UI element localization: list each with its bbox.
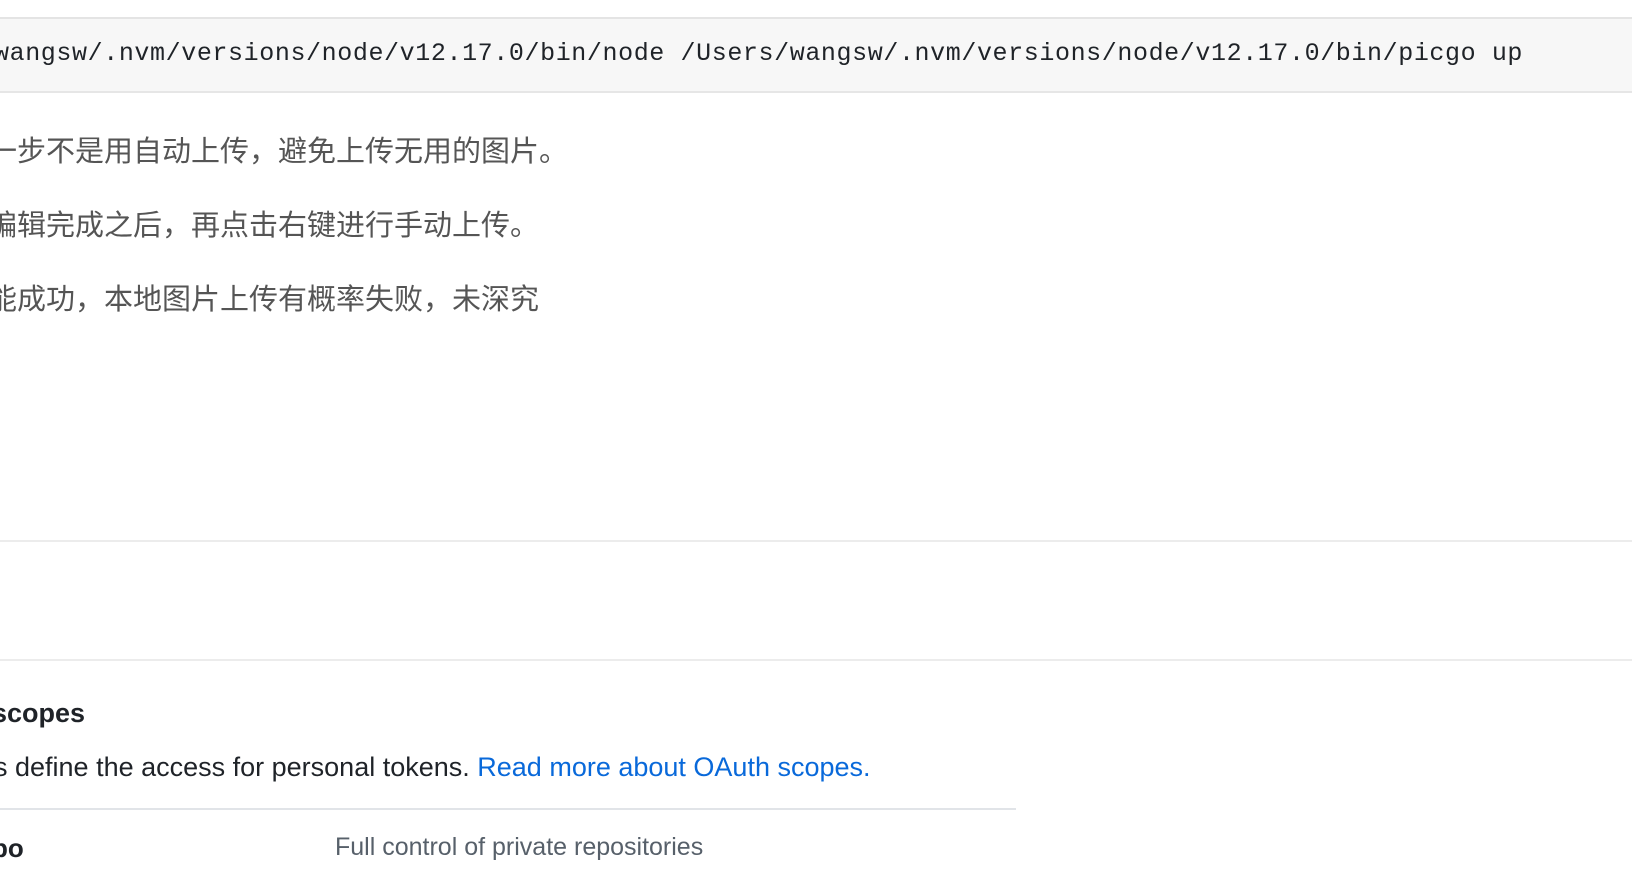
scopes-table-divider [0,808,1016,810]
section-divider [0,540,1632,542]
note-line-3: 能成功，本地图片上传有概率失败，未深究 [0,282,540,316]
note-line-1: 一步不是用自动上传，避免上传无用的图片。 [0,134,569,168]
oauth-scopes-link[interactable]: Read more about OAuth scopes. [477,752,870,782]
page: wangsw/.nvm/versions/node/v12.17.0/bin/n… [0,0,1632,870]
code-command: wangsw/.nvm/versions/node/v12.17.0/bin/n… [0,39,1524,68]
section-divider [0,659,1632,661]
scopes-description: s define the access for personal tokens.… [0,752,871,783]
scope-description-repo: Full control of private repositories [335,833,704,861]
scopes-description-text: s define the access for personal tokens. [0,752,478,782]
note-line-2: 编辑完成之后，再点击右键进行手动上传。 [0,208,540,242]
code-block[interactable]: wangsw/.nvm/versions/node/v12.17.0/bin/n… [0,19,1632,93]
scope-name-repo[interactable]: po [0,833,24,864]
scopes-heading: scopes [0,698,86,728]
